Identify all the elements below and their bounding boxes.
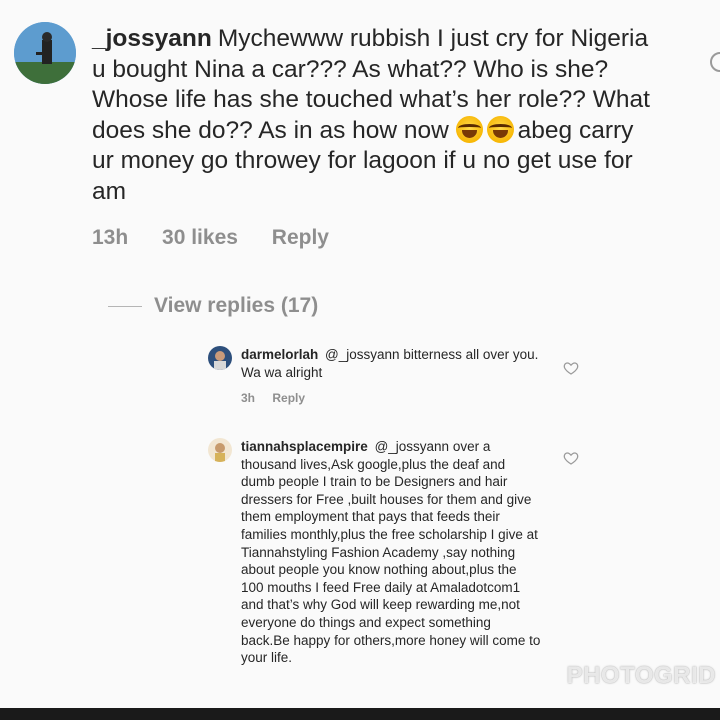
reply-body: over a thousand lives,Ask google,plus th… [241,439,541,666]
avatar[interactable] [208,346,232,370]
screenshot-frame: _jossyann Mychewww rubbish I just cry for… [0,0,720,720]
bottom-bar [0,708,720,720]
reply-button[interactable]: Reply [272,226,329,249]
avatar[interactable] [208,438,232,462]
comment-meta: 13h 30 likes Reply [92,226,357,250]
reply-mention[interactable]: @_jossyann [325,347,400,362]
avatar-image [208,346,232,370]
reply-username[interactable]: darmelorlah [241,347,318,362]
reply-button[interactable]: Reply [272,391,305,405]
reply-mention[interactable]: @_jossyann [375,439,450,454]
like-icon[interactable] [710,52,720,72]
reply-username[interactable]: tiannahsplacempire [241,439,368,454]
watermark: PHOTOGRID [566,662,716,689]
avatar-image [208,438,232,462]
reply-meta: 3h Reply [241,391,319,405]
reply-text: darmelorlah @_jossyann bitterness all ov… [241,346,541,381]
avatar[interactable] [14,22,76,84]
heart-icon[interactable] [563,360,579,376]
divider-line [108,305,142,307]
avatar-image [14,22,76,84]
laughing-emoji-icon [486,115,514,143]
heart-icon[interactable] [563,450,579,466]
comment-text: _jossyann Mychewww rubbish I just cry for… [92,24,662,207]
comment-username[interactable]: _jossyann [92,25,212,52]
comment-time: 13h [92,226,129,249]
reply-time: 3h [241,391,256,405]
comment-likes[interactable]: 30 likes [162,226,238,249]
reply-text: tiannahsplacempire @_jossyann over a tho… [241,438,541,667]
laughing-emoji-icon [455,115,483,143]
view-replies-label[interactable]: View replies (17) [154,294,318,318]
view-replies-button[interactable]: View replies (17) [108,294,318,318]
